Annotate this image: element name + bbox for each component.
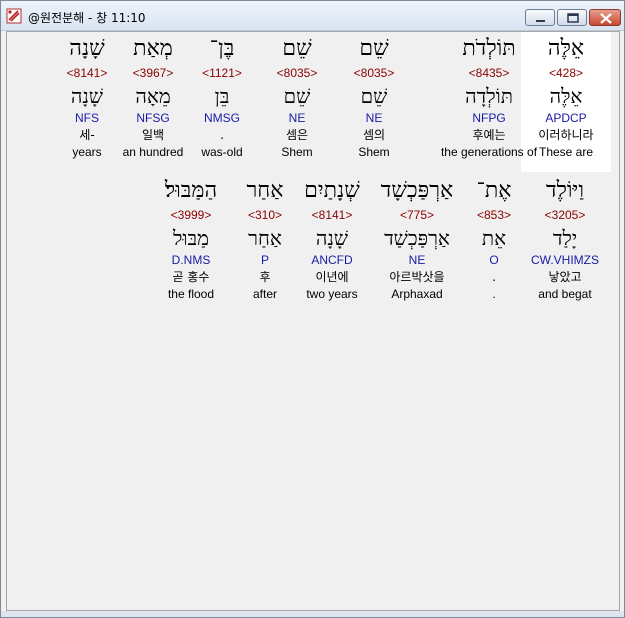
english-gloss: the flood <box>167 287 215 301</box>
hebrew-word: שָׁנָה <box>69 36 105 61</box>
interlinear-word[interactable]: הַמַּבּוּל׃ <3999> מַבּוּל D.NMS 곧 홍수 the flo… <box>131 176 251 302</box>
interlinear-app-icon[interactable] <box>6 8 22 24</box>
morphology-code: NFS <box>75 111 99 125</box>
minimize-button[interactable] <box>525 9 555 26</box>
lemma-word: שָׁנָה <box>70 84 104 108</box>
strong-number: <8435> <box>468 66 510 80</box>
korean-gloss: 후예는 <box>472 128 506 142</box>
korean-gloss: 세- <box>79 128 95 142</box>
minimize-icon <box>536 20 545 22</box>
hebrew-word: הַמַּבּוּל׃ <box>164 178 218 203</box>
close-button[interactable] <box>589 9 621 26</box>
strong-number: <3999> <box>170 208 212 222</box>
hebrew-word: תּוֹלְדֹת <box>462 36 516 61</box>
lemma-word: מַבּוּל <box>173 226 209 250</box>
interlinear-window: @원전분해 - 창 11:10 אֵלֶּה <428> אֵלֶּה APDCP 이러… <box>0 0 625 618</box>
window-title: @원전분해 - 창 11:10 <box>28 11 146 25</box>
maximize-icon <box>567 13 579 23</box>
title-bar[interactable]: @원전분해 - 창 11:10 <box>1 1 624 31</box>
window-bottom-border <box>1 611 624 617</box>
english-gloss: the generations of <box>440 145 538 159</box>
interlinear-word[interactable]: תּוֹלְדֹת <8435> תּוֹלְדָה NFPG 후예는 the gener… <box>429 34 549 160</box>
morphology-code: D.NMS <box>171 253 211 267</box>
english-gloss: years <box>72 145 102 159</box>
close-icon <box>600 13 612 24</box>
korean-gloss: 곧 홍수 <box>172 270 210 284</box>
interlinear-word[interactable]: שָׁנָה <8141> שָׁנָה NFS 세-years <box>27 34 147 160</box>
maximize-button[interactable] <box>557 9 587 26</box>
strong-number: <8141> <box>66 66 108 80</box>
lemma-word: תּוֹלְדָה <box>465 84 513 108</box>
morphology-code: NFPG <box>472 111 506 125</box>
